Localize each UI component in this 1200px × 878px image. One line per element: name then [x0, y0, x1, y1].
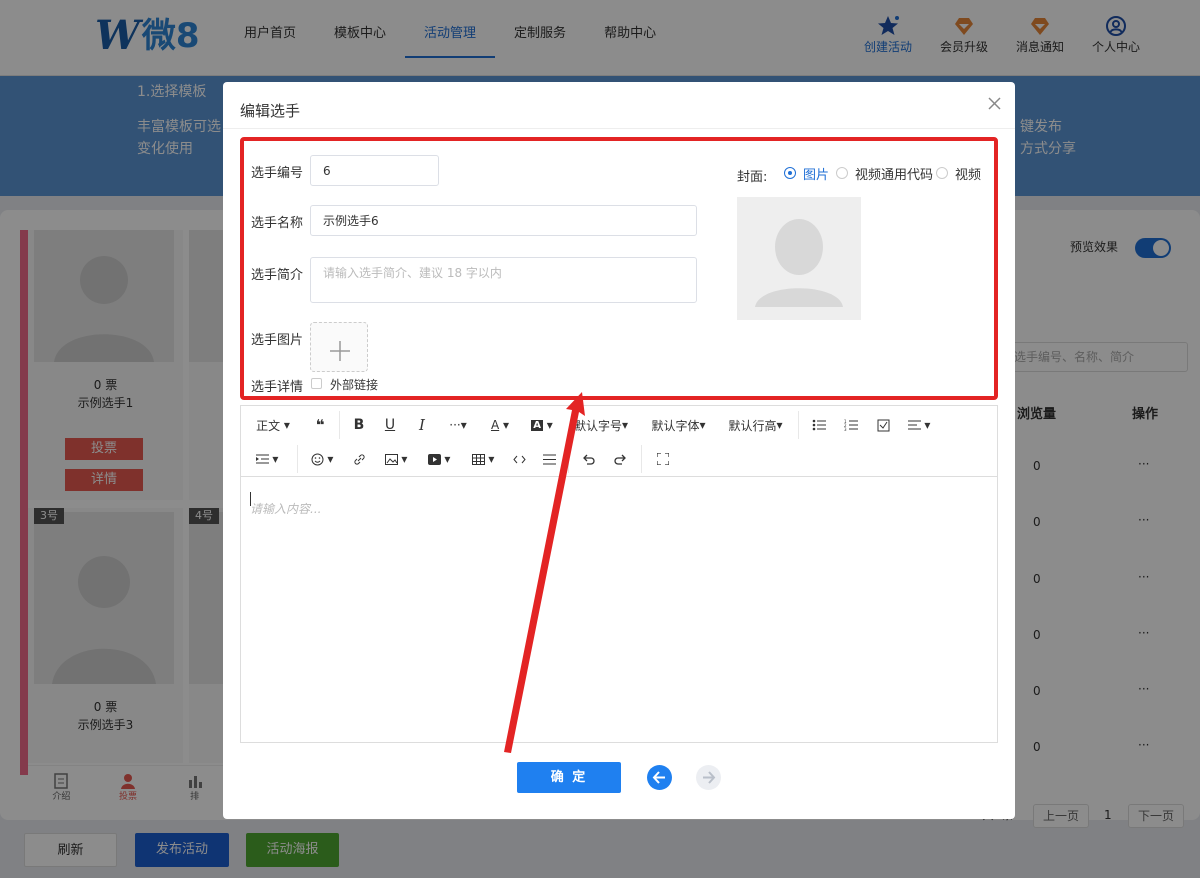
align-left-icon — [907, 420, 921, 430]
video-dropdown[interactable]: ▾ — [416, 444, 462, 474]
editor-toolbar-row-1: 正文 ▾ ❝ B U I ··· ▾ A ▾ A ▾ 默认字号 ▾ 默认字体 ▾ 默认… — [241, 408, 997, 442]
bullet-list-icon[interactable] — [803, 410, 835, 440]
editor-toolbar-row-2: ▾ ▾ ▾ ▾ ▾ — [241, 442, 997, 476]
underline-icon[interactable]: U — [374, 410, 406, 440]
dialog-title: 编辑选手 — [240, 102, 301, 120]
editor-content-area[interactable]: 请输入内容... — [241, 476, 997, 742]
paragraph-format-label: 正文 — [256, 418, 281, 433]
divider-icon[interactable] — [534, 444, 564, 474]
font-color-dropdown[interactable]: A ▾ — [478, 410, 522, 440]
toolbar-separator — [641, 445, 642, 473]
toolbar-separator — [297, 445, 298, 473]
line-height-label: 默认行高 — [728, 418, 777, 433]
emoji-dropdown[interactable]: ▾ — [302, 444, 342, 474]
table-icon — [471, 453, 485, 465]
italic-icon[interactable]: I — [406, 410, 438, 440]
line-height-dropdown[interactable]: 默认行高 ▾ — [717, 410, 794, 440]
fullscreen-icon[interactable] — [646, 444, 680, 474]
edit-candidate-dialog: 编辑选手 选手编号 选手名称 选手简介 选手图片 选手详情 外部链接 封面: 图… — [223, 82, 1015, 819]
rich-text-editor: 正文 ▾ ❝ B U I ··· ▾ A ▾ A ▾ 默认字号 ▾ 默认字体 ▾ 默认… — [240, 405, 998, 743]
code-icon[interactable] — [504, 444, 534, 474]
numbered-list-icon[interactable]: 123 — [835, 410, 867, 440]
image-icon — [384, 453, 398, 465]
background-color-dropdown[interactable]: A ▾ — [522, 410, 562, 440]
more-styles-label: ··· — [449, 418, 461, 432]
svg-text:3: 3 — [844, 427, 847, 431]
font-size-dropdown[interactable]: 默认字号 ▾ — [562, 410, 640, 440]
redo-icon[interactable] — [603, 444, 637, 474]
quote-icon[interactable]: ❝ — [305, 410, 335, 440]
bold-icon[interactable]: B — [344, 410, 374, 440]
font-family-dropdown[interactable]: 默认字体 ▾ — [640, 410, 717, 440]
paragraph-format-dropdown[interactable]: 正文 ▾ — [241, 410, 305, 440]
arrow-right-icon[interactable] — [696, 765, 721, 790]
link-icon[interactable] — [342, 444, 376, 474]
toolbar-separator — [568, 445, 569, 473]
title-divider — [223, 128, 1015, 129]
toolbar-separator — [339, 411, 340, 439]
font-size-label: 默认字号 — [573, 418, 622, 433]
emoji-icon — [311, 453, 324, 465]
video-icon — [427, 453, 441, 465]
editor-placeholder: 请输入内容... — [250, 502, 322, 516]
toolbar-separator — [798, 411, 799, 439]
todo-checkbox-icon[interactable] — [867, 410, 899, 440]
undo-icon[interactable] — [573, 444, 603, 474]
indent-icon — [255, 454, 269, 464]
font-color-icon: A — [490, 418, 500, 432]
image-dropdown[interactable]: ▾ — [376, 444, 416, 474]
more-styles-dropdown[interactable]: ··· ▾ — [438, 410, 478, 440]
table-dropdown[interactable]: ▾ — [462, 444, 504, 474]
align-dropdown[interactable]: ▾ — [899, 410, 939, 440]
highlight-box — [240, 137, 998, 400]
font-family-label: 默认字体 — [651, 418, 700, 433]
indent-dropdown[interactable]: ▾ — [241, 444, 293, 474]
confirm-button[interactable]: 确 定 — [517, 762, 621, 793]
arrow-left-icon[interactable] — [647, 765, 672, 790]
background-color-icon: A — [531, 419, 543, 431]
close-icon[interactable] — [985, 94, 1005, 114]
